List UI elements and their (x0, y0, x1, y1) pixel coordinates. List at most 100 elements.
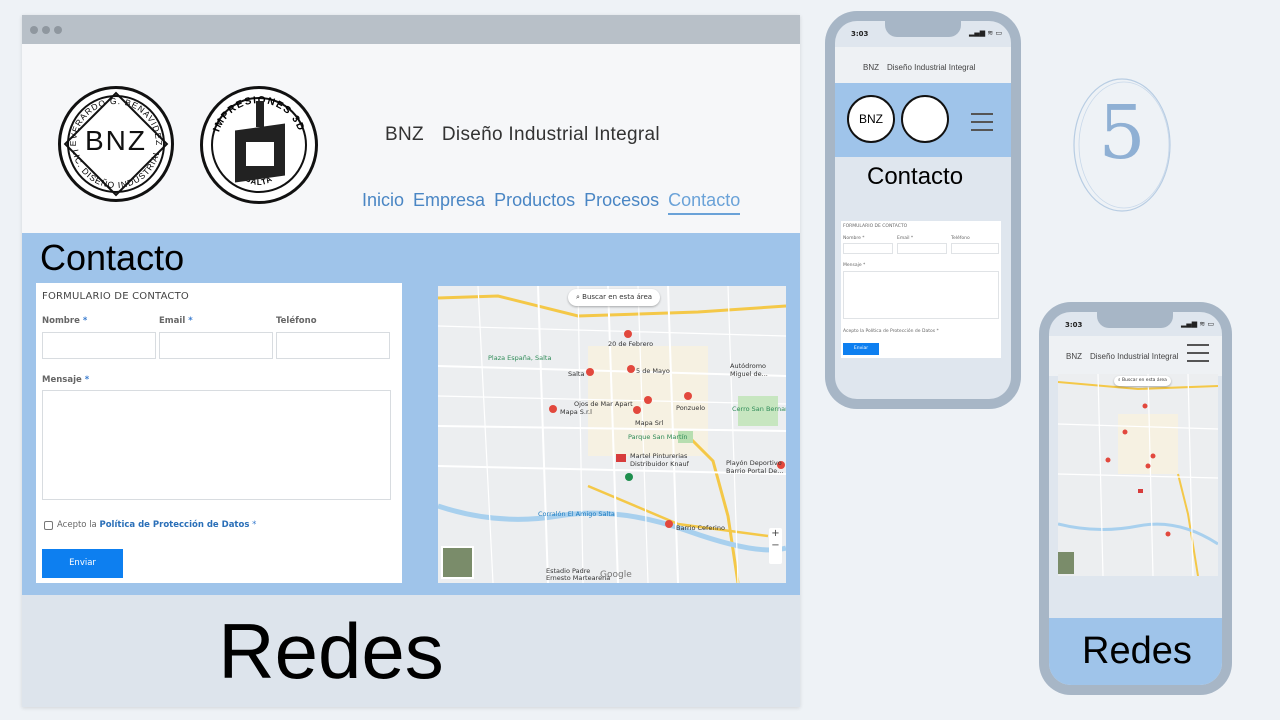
phone-header: BNZ Diseño Industrial Integral (835, 47, 1011, 83)
phone-time: 3:03 (851, 30, 869, 38)
window-dot-icon (54, 26, 62, 34)
cube-face-icon (243, 139, 277, 169)
phone-status-icons: ▂▄▆ ≋ ▭ (1181, 320, 1215, 328)
phone-map-roads (1058, 374, 1218, 576)
step-badge: 5 (1070, 75, 1174, 215)
email-field[interactable] (159, 332, 273, 359)
phone-contact-title: Contacto (867, 163, 964, 190)
map-label: 5 de Mayo (636, 367, 670, 375)
step-number: 5 (1098, 90, 1146, 176)
map-label: Autódromo Miguel de... (730, 362, 768, 378)
phone-brand: BNZ Diseño Industrial Integral (1066, 352, 1179, 361)
phone-bnz-logo[interactable]: BNZ (847, 95, 895, 143)
map-label: Ojos de Mar Apart (574, 400, 633, 408)
phone-phone-label: Teléfono (951, 236, 970, 241)
bnz-logo[interactable]: EVERARDO G. BENAVIDEZ LIC. DISEÑO INDUST… (58, 86, 174, 202)
phone-time: 3:03 (1065, 321, 1083, 329)
send-button[interactable]: Enviar (42, 549, 123, 578)
phone-name-label: Nombre * (843, 236, 865, 241)
map-label: Martel Pinturerias Distribuidor Knauf (630, 452, 689, 468)
form-heading: FORMULARIO DE CONTACTO (42, 291, 189, 302)
phone-redes-title: Redes (1082, 630, 1192, 672)
brand-name: Diseño Industrial Integral (441, 124, 660, 145)
phone-email-label: Email * (897, 236, 914, 241)
phone-message-field[interactable] (843, 271, 999, 319)
phone-phone-field[interactable] (951, 243, 999, 254)
contact-form: FORMULARIO DE CONTACTO Nombre * Email * … (36, 283, 402, 583)
contact-section: Contacto FORMULARIO DE CONTACTO Nombre *… (22, 233, 800, 595)
map-label: 20 de Febrero (608, 340, 654, 348)
redes-title: Redes (218, 607, 444, 695)
phone-message-label: Mensaje * (843, 263, 866, 268)
map-roads (438, 286, 786, 583)
phone-satellite-toggle[interactable] (1058, 552, 1074, 574)
privacy-checkbox[interactable] (44, 521, 53, 530)
phone-brand: BNZ Diseño Industrial Integral (863, 63, 976, 72)
impresiones-3d-logo[interactable]: IMPRESIONES 3D SALTA (200, 86, 318, 204)
bnz-logo-text: BNZ (85, 125, 147, 156)
nav-productos[interactable]: Productos (494, 190, 575, 215)
email-label: Email * (159, 316, 193, 326)
google-map[interactable]: ⌕ Buscar en esta área 20 de Febrero Plaz… (438, 286, 786, 583)
map-label: Mapa S.r.l (560, 408, 592, 416)
phone-status-icons: ▂▄▆ ≋ ▭ (969, 29, 1003, 37)
phone-field[interactable] (276, 332, 390, 359)
message-field[interactable] (42, 390, 391, 500)
map-search-area-button[interactable]: ⌕ Buscar en esta área (568, 289, 661, 306)
map-label: Mapa Srl (635, 419, 664, 427)
printer-nozzle-icon (256, 101, 264, 127)
map-label: Cerro San Bernardo (732, 405, 786, 413)
hamburger-menu-icon[interactable] (1187, 344, 1209, 368)
nav-procesos[interactable]: Procesos (584, 190, 659, 215)
privacy-accept-text: Acepto la Política de Protección de Dato… (57, 520, 257, 530)
main-nav: Inicio Empresa Productos Procesos Contac… (362, 190, 741, 215)
phone-notch (1097, 312, 1173, 328)
phone-contact-form: FORMULARIO DE CONTACTO Nombre * Email * … (841, 221, 1001, 358)
phone-header: BNZ Diseño Industrial Integral (1049, 336, 1222, 376)
phone-logo-bar: BNZ (835, 83, 1011, 157)
map-zoom-controls[interactable]: + − (769, 528, 782, 564)
privacy-policy-link[interactable]: Política de Protección de Datos (99, 520, 249, 530)
phone-map-search-button[interactable]: ⌕ Buscar en esta área (1114, 376, 1171, 386)
phone-send-button[interactable]: Enviar (843, 343, 879, 355)
desktop-browser-mockup: EVERARDO G. BENAVIDEZ LIC. DISEÑO INDUST… (22, 15, 800, 707)
site-brand: BNZ Diseño Industrial Integral (385, 124, 678, 146)
hamburger-menu-icon[interactable] (971, 113, 993, 137)
map-label: Salta (568, 370, 585, 378)
window-dot-icon (30, 26, 38, 34)
zoom-in-button[interactable]: + (769, 528, 782, 540)
contact-title: Contacto (40, 237, 185, 278)
redes-section: Redes (22, 595, 800, 707)
map-label: Playón Deportivo Barrio Portal De... (726, 459, 784, 475)
name-label: Nombre * (42, 316, 88, 326)
phone-redes-section: Redes (1049, 618, 1222, 685)
nav-contacto[interactable]: Contacto (668, 190, 741, 215)
name-field[interactable] (42, 332, 156, 359)
phone-screen: 3:03 ▂▄▆ ≋ ▭ BNZ Diseño Industrial Integr… (835, 21, 1011, 399)
phone-label: Teléfono (276, 316, 317, 326)
nav-inicio[interactable]: Inicio (362, 190, 404, 215)
phone-map-mockup: 3:03 ▂▄▆ ≋ ▭ BNZ Diseño Industrial Integr… (1039, 302, 1232, 695)
map-label: Barrio Ceferino (676, 524, 725, 532)
phone-email-field[interactable] (897, 243, 947, 254)
map-label: Corralón El Amigo Salta (538, 510, 615, 518)
phone-3d-logo[interactable] (901, 95, 949, 143)
brand-short: BNZ (385, 124, 424, 145)
zoom-out-button[interactable]: − (769, 540, 782, 552)
map-label: Parque San Martín (628, 433, 688, 441)
phone-name-field[interactable] (843, 243, 893, 254)
phone-form-heading: FORMULARIO DE CONTACTO (843, 224, 908, 229)
phone-contact-mockup: 3:03 ▂▄▆ ≋ ▭ BNZ Diseño Industrial Integr… (825, 11, 1021, 409)
browser-title-bar (22, 15, 800, 44)
phone-accept-text[interactable]: Acepto la Política de Protección de Dato… (843, 329, 939, 334)
phone-notch (885, 21, 961, 37)
phone-screen: 3:03 ▂▄▆ ≋ ▭ BNZ Diseño Industrial Integr… (1049, 312, 1222, 685)
message-label: Mensaje * (42, 375, 90, 385)
nav-empresa[interactable]: Empresa (413, 190, 485, 215)
satellite-toggle[interactable] (441, 546, 474, 579)
google-logo: Google (600, 570, 632, 580)
map-label: Plaza España, Salta (488, 354, 552, 362)
phone-map[interactable]: ⌕ Buscar en esta área (1058, 374, 1218, 576)
map-label: Ponzuelo (676, 404, 706, 412)
window-dot-icon (42, 26, 50, 34)
